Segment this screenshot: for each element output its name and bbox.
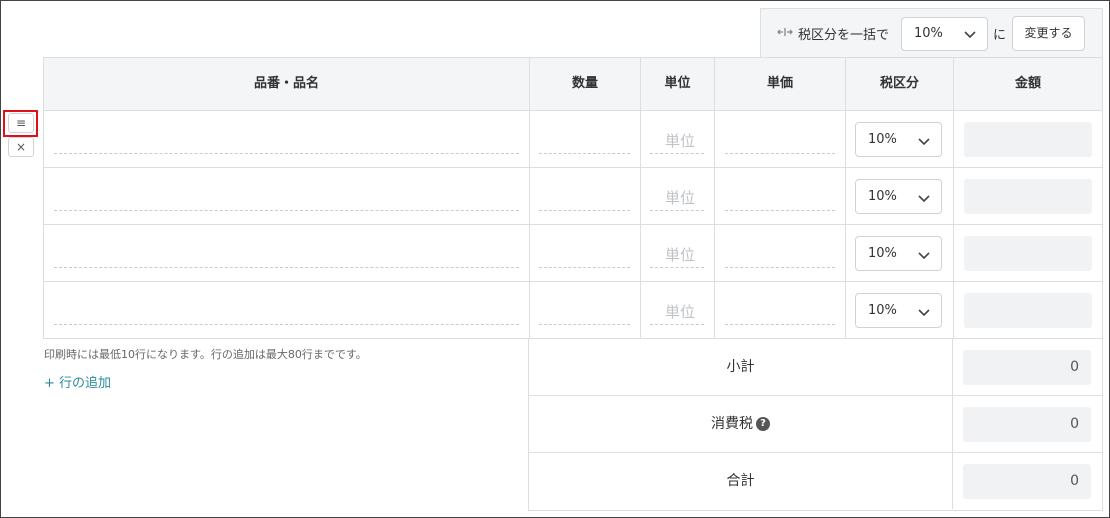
item-name-input[interactable] (54, 153, 519, 154)
subtotal-row: 小計 0 (529, 339, 1102, 396)
summary-table: 小計 0 消費税? 0 合計 0 (528, 339, 1103, 511)
unit-price-input[interactable] (725, 324, 835, 325)
items-table: 品番・品名 数量 単位 単価 税区分 金額 単位 10% 単位 10% 単位 1… (43, 57, 1103, 339)
unit-input[interactable]: 単位 (665, 301, 695, 322)
bulk-tax-value: 10% (914, 26, 943, 41)
chevron-down-icon (917, 133, 931, 152)
tax-row: 消費税? 0 (529, 396, 1102, 453)
row-tax-select[interactable]: 10% (855, 236, 942, 271)
add-row-link[interactable]: + 行の追加 (44, 372, 111, 391)
amount-field (964, 179, 1092, 214)
table-row: 単位 10% (44, 282, 1102, 339)
col-header-unit: 単位 (641, 58, 715, 110)
table-row: 単位 10% (44, 111, 1102, 168)
chevron-down-icon (917, 190, 931, 209)
unit-price-input[interactable] (725, 153, 835, 154)
quantity-input[interactable] (539, 267, 630, 268)
col-header-price: 単価 (715, 58, 846, 110)
col-header-qty: 数量 (530, 58, 641, 110)
table-row: 単位 10% (44, 168, 1102, 225)
col-header-item: 品番・品名 (44, 58, 530, 110)
total-row: 合計 0 (529, 453, 1102, 510)
question-circle-icon[interactable]: ? (756, 417, 770, 431)
amount-field (964, 293, 1092, 328)
row-tax-value: 10% (868, 132, 897, 147)
unit-price-input[interactable] (725, 210, 835, 211)
table-row: 単位 10% (44, 225, 1102, 282)
unit-input[interactable]: 単位 (665, 187, 695, 208)
row-tax-select[interactable]: 10% (855, 122, 942, 157)
row-tax-value: 10% (868, 303, 897, 318)
row-tax-value: 10% (868, 189, 897, 204)
unit-input[interactable]: 単位 (665, 130, 695, 151)
col-header-amount: 金額 (1014, 76, 1041, 91)
row-tax-select[interactable]: 10% (855, 179, 942, 214)
item-name-input[interactable] (54, 267, 519, 268)
quantity-input[interactable] (539, 153, 630, 154)
table-header: 品番・品名 数量 単位 単価 税区分 金額 (44, 58, 1102, 111)
subtotal-label: 小計 (529, 339, 953, 395)
bulk-tax-select[interactable]: 10% (901, 17, 988, 51)
chevron-down-icon (963, 27, 977, 41)
col-header-tax: 税区分 (846, 58, 954, 110)
change-tax-button[interactable]: 変更する (1012, 16, 1085, 51)
quantity-input[interactable] (539, 210, 630, 211)
item-name-input[interactable] (54, 324, 519, 325)
chevron-down-icon (917, 304, 931, 323)
total-label: 合計 (529, 453, 953, 509)
tax-label: 消費税 (711, 416, 753, 432)
bulk-tax-ni: に (993, 28, 1007, 43)
bulk-tax-label: 税区分を一括で (798, 28, 890, 43)
arrows-merge-icon (777, 25, 793, 39)
row-menu-button[interactable]: ≡ (8, 113, 34, 133)
amount-field (964, 122, 1092, 157)
tax-value: 0 (963, 407, 1091, 442)
quantity-input[interactable] (539, 324, 630, 325)
subtotal-value: 0 (963, 350, 1091, 385)
row-delete-button[interactable]: × (8, 137, 34, 157)
chevron-down-icon (917, 247, 931, 266)
item-name-input[interactable] (54, 210, 519, 211)
total-value: 0 (963, 464, 1091, 499)
unit-input[interactable]: 単位 (665, 244, 695, 265)
amount-field (964, 236, 1092, 271)
tax-bulk-toolbar: 税区分を一括で 10% に 変更する (760, 8, 1103, 57)
unit-price-input[interactable] (725, 267, 835, 268)
tax-label-cell: 消費税? (529, 396, 953, 452)
row-tax-select[interactable]: 10% (855, 293, 942, 328)
row-limit-note: 印刷時には最低10行になります。行の追加は最大80行までです。 (44, 348, 367, 361)
row-tax-value: 10% (868, 246, 897, 261)
